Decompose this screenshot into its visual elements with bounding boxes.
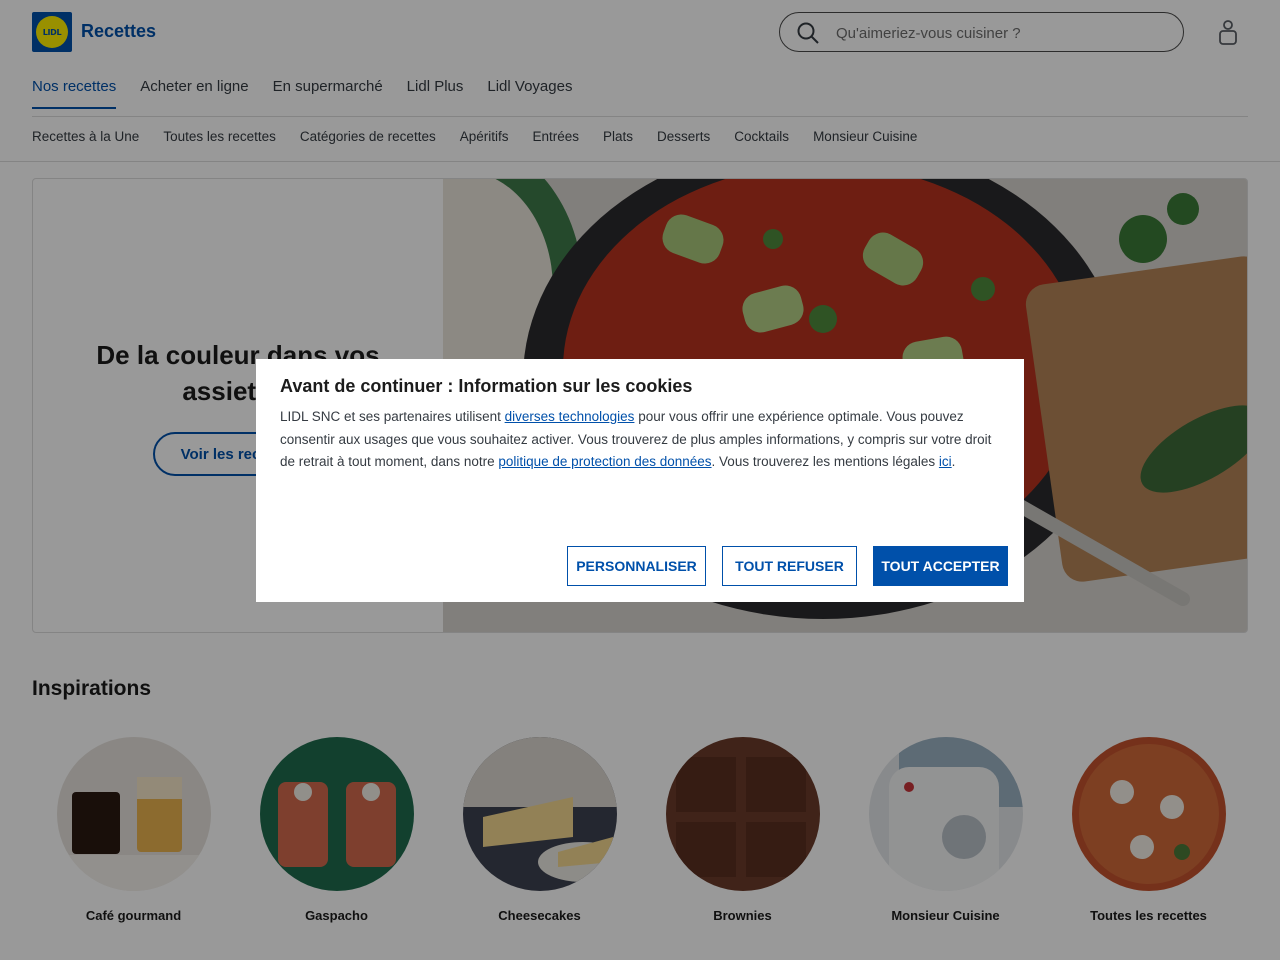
cookie-link-diverses-technologies[interactable]: diverses technologies [505, 409, 635, 424]
cookie-consent-dialog: Avant de continuer : Information sur les… [256, 359, 1024, 602]
customize-button[interactable]: PERSONNALISER [567, 546, 706, 586]
cookie-dialog-text: LIDL SNC et ses partenaires utilisent di… [280, 406, 1000, 474]
cookie-text-part-3: . Vous trouverez les mentions légales [711, 454, 939, 469]
cookie-text-part-1: LIDL SNC et ses partenaires utilisent [280, 409, 505, 424]
refuse-all-button[interactable]: TOUT REFUSER [722, 546, 857, 586]
cookie-link-privacy-policy[interactable]: politique de protection des données [498, 454, 711, 469]
cookie-link-legal-notice[interactable]: ici [939, 454, 952, 469]
cookie-text-part-4: . [951, 454, 956, 469]
cookie-dialog-title: Avant de continuer : Information sur les… [280, 376, 693, 396]
accept-all-button[interactable]: TOUT ACCEPTER [873, 546, 1008, 586]
